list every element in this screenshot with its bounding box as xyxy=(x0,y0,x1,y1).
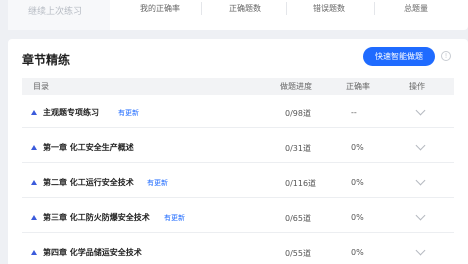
chapter-accuracy: 0% xyxy=(351,178,364,187)
chapter-progress: 0/65道 xyxy=(285,214,311,223)
expand-triangle-icon[interactable] xyxy=(31,110,37,115)
stat-divider xyxy=(374,2,375,15)
chapter-accuracy: 0% xyxy=(351,213,364,222)
continue-practice-area[interactable]: 继续上次练习 xyxy=(8,0,110,30)
table-row[interactable]: 第一章 化工安全生产概述 0/31道 0% xyxy=(22,132,454,163)
chapter-title[interactable]: 第二章 化工运行安全技术 xyxy=(43,177,134,188)
table-row[interactable]: 第四章 化学品储运安全技术 0/55道 0% xyxy=(22,237,454,264)
stat-divider xyxy=(201,2,202,15)
updated-badge: 有更新 xyxy=(118,109,139,117)
stat-my-accuracy-label: 我的正确率 xyxy=(140,4,180,13)
chapter-accuracy: -- xyxy=(351,108,357,117)
stats-card: 继续上次练习 我的正确率 正确题数 错误题数 总题量 xyxy=(8,0,468,30)
chapter-progress: 0/116道 xyxy=(285,179,317,188)
chapter-title[interactable]: 第一章 化工安全生产概述 xyxy=(43,142,134,153)
stat-total-label: 总题量 xyxy=(404,4,428,13)
chapter-accuracy: 0% xyxy=(351,143,364,152)
expand-triangle-icon[interactable] xyxy=(31,250,37,255)
stat-correct-count-label: 正确题数 xyxy=(229,4,261,13)
stat-divider xyxy=(286,2,287,15)
header-progress: 做题进度 xyxy=(280,82,312,91)
chapter-progress: 0/31道 xyxy=(285,144,311,153)
chapter-progress: 0/98道 xyxy=(285,109,311,118)
expand-triangle-icon[interactable] xyxy=(31,180,37,185)
chapter-title[interactable]: 主观题专项练习 xyxy=(43,107,99,118)
table-header: 目录 做题进度 正确率 操作 xyxy=(22,78,454,95)
table-row[interactable]: 第三章 化工防火防爆安全技术 有更新 0/65道 0% xyxy=(22,202,454,233)
expand-triangle-icon[interactable] xyxy=(31,145,37,150)
chapter-title[interactable]: 第四章 化学品储运安全技术 xyxy=(43,247,142,258)
table-row[interactable]: 主观题专项练习 有更新 0/98道 -- xyxy=(22,97,454,128)
chevron-down-icon[interactable] xyxy=(415,210,426,221)
info-circle-icon[interactable]: ! xyxy=(441,51,451,61)
updated-badge: 有更新 xyxy=(164,214,185,222)
chevron-down-icon[interactable] xyxy=(415,245,426,256)
chapter-progress: 0/55道 xyxy=(285,249,311,258)
stat-wrong-count-label: 错误题数 xyxy=(313,4,345,13)
header-action: 操作 xyxy=(409,82,425,91)
section-title: 章节精练 xyxy=(22,53,71,67)
chevron-down-icon[interactable] xyxy=(415,175,426,186)
table-row[interactable]: 第二章 化工运行安全技术 有更新 0/116道 0% xyxy=(22,167,454,198)
quick-smart-practice-button[interactable]: 快速智能做题 xyxy=(363,47,435,66)
header-catalog: 目录 xyxy=(33,82,49,91)
header-accuracy: 正确率 xyxy=(346,82,370,91)
chevron-down-icon[interactable] xyxy=(415,140,426,151)
expand-triangle-icon[interactable] xyxy=(31,215,37,220)
chapter-title[interactable]: 第三章 化工防火防爆安全技术 xyxy=(43,212,150,223)
chevron-down-icon[interactable] xyxy=(415,105,426,116)
chapter-practice-card: 章节精练 快速智能做题 ! 目录 做题进度 正确率 操作 主观题专项练习 有更新… xyxy=(8,39,468,264)
updated-badge: 有更新 xyxy=(147,179,168,187)
chapter-accuracy: 0% xyxy=(351,248,364,257)
continue-practice-link[interactable]: 继续上次练习 xyxy=(8,4,102,17)
